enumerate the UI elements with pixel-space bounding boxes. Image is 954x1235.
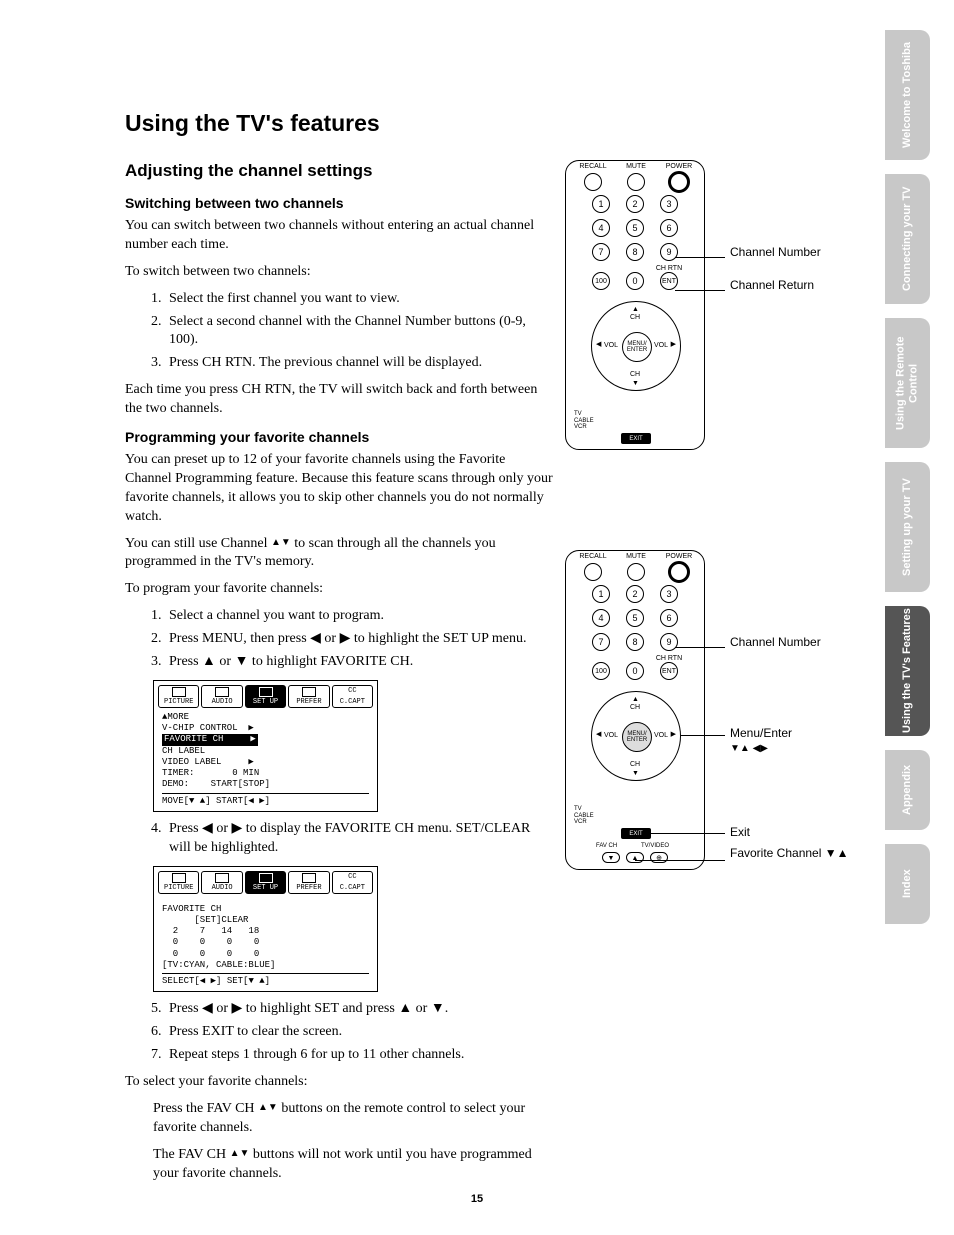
step-item: Repeat steps 1 through 6 for up to 11 ot… bbox=[165, 1046, 555, 1065]
body-text: You can still use Channel ▲▼ to scan thr… bbox=[125, 535, 555, 573]
tab-index[interactable]: Index bbox=[885, 844, 930, 924]
callout-channel-number: Channel Number bbox=[730, 635, 821, 649]
step-item: Press ▲ or ▼ to highlight FAVORITE CH. bbox=[165, 653, 555, 672]
tab-appendix[interactable]: Appendix bbox=[885, 750, 930, 830]
step-item: Press EXIT to clear the screen. bbox=[165, 1023, 555, 1042]
callout-channel-return: Channel Return bbox=[730, 278, 814, 292]
step-list: Select the first channel you want to vie… bbox=[125, 290, 555, 374]
step-item: Press CH RTN. The previous channel will … bbox=[165, 354, 555, 373]
remote-diagrams: RECALL MUTE POWER 123 456 789 CH RTN 100… bbox=[565, 160, 885, 970]
body-text: To program your favorite channels: bbox=[125, 580, 555, 599]
step-list: Press ◀ or ▶ to display the FAVORITE CH … bbox=[125, 820, 555, 858]
callout-favorite: Favorite Channel ▼▲ bbox=[730, 846, 848, 860]
osd-setup-menu: PICTURE AUDIO SET UP PREFER CCC.CAPT ▲MO… bbox=[153, 680, 378, 812]
callout-channel-number: Channel Number bbox=[730, 245, 821, 259]
tab-features[interactable]: Using the TV's Features bbox=[885, 606, 930, 736]
step-list: Press ◀ or ▶ to highlight SET and press … bbox=[125, 1000, 555, 1065]
sub2-heading: Programming your favorite channels bbox=[125, 429, 555, 445]
tab-setup[interactable]: Setting up your TV bbox=[885, 462, 930, 592]
tab-welcome[interactable]: Welcome to Toshiba bbox=[885, 30, 930, 160]
body-text: You can switch between two channels with… bbox=[125, 217, 555, 255]
tab-remote[interactable]: Using the Remote Control bbox=[885, 318, 930, 448]
body-text: To switch between two channels: bbox=[125, 263, 555, 282]
step-item: Select a channel you want to program. bbox=[165, 607, 555, 626]
main-content: Using the TV's features Adjusting the ch… bbox=[125, 110, 555, 1184]
body-text: The FAV CH ▲▼ buttons will not work unti… bbox=[125, 1146, 555, 1184]
remote-diagram-2: RECALL MUTE POWER 123 456 789 CH RTN 100… bbox=[565, 550, 885, 910]
step-item: Select the first channel you want to vie… bbox=[165, 290, 555, 309]
body-text: To select your favorite channels: bbox=[125, 1073, 555, 1092]
page-title: Using the TV's features bbox=[125, 110, 555, 137]
callout-menu-enter: Menu/Enter▼▲ ◀▶ bbox=[730, 726, 792, 754]
page-number: 15 bbox=[0, 1193, 954, 1205]
osd-favorite-menu: PICTURE AUDIO SET UP PREFER CCC.CAPT FAV… bbox=[153, 866, 378, 993]
body-text: Press the FAV CH ▲▼ buttons on the remot… bbox=[125, 1100, 555, 1138]
sub1-heading: Switching between two channels bbox=[125, 195, 555, 211]
callout-exit: Exit bbox=[730, 825, 750, 839]
section-heading: Adjusting the channel settings bbox=[125, 161, 555, 181]
body-text: Each time you press CH RTN, the TV will … bbox=[125, 381, 555, 419]
step-list: Select a channel you want to program. Pr… bbox=[125, 607, 555, 672]
section-tabs: Welcome to Toshiba Connecting your TV Us… bbox=[885, 30, 930, 924]
body-text: You can preset up to 12 of your favorite… bbox=[125, 451, 555, 527]
step-item: Press ◀ or ▶ to display the FAVORITE CH … bbox=[165, 820, 555, 858]
remote-diagram-1: RECALL MUTE POWER 123 456 789 CH RTN 100… bbox=[565, 160, 885, 490]
tab-connecting[interactable]: Connecting your TV bbox=[885, 174, 930, 304]
step-item: Select a second channel with the Channel… bbox=[165, 313, 555, 351]
step-item: Press ◀ or ▶ to highlight SET and press … bbox=[165, 1000, 555, 1019]
step-item: Press MENU, then press ◀ or ▶ to highlig… bbox=[165, 630, 555, 649]
